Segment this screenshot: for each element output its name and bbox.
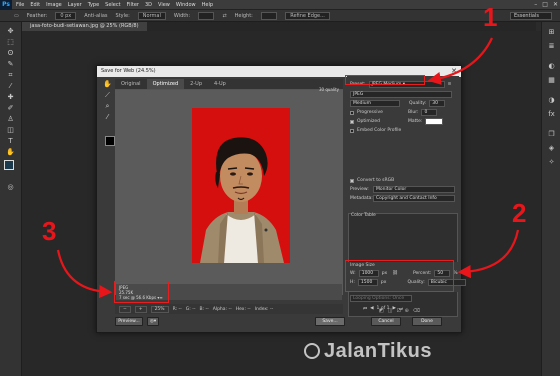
watermark-text: JalanTikus: [324, 340, 433, 362]
arrow-3: [56, 249, 113, 299]
arrow-1: [427, 37, 493, 85]
watermark-logo-icon: [304, 343, 320, 359]
callout-arrows: [56, 37, 520, 299]
arrow-2: [457, 229, 520, 279]
